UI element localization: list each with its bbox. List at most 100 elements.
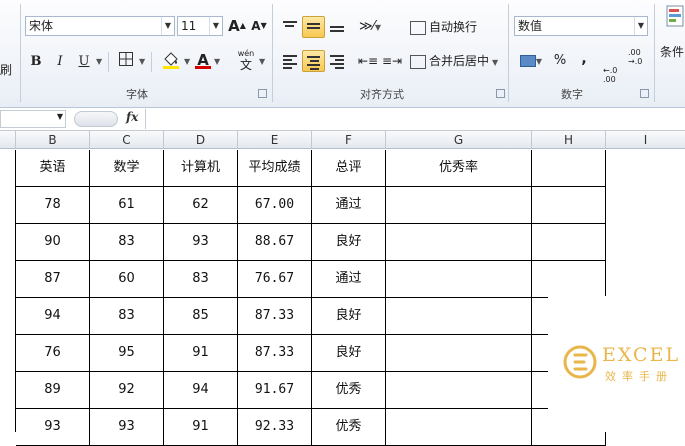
column-header-A[interactable] — [0, 131, 16, 149]
chevron-down-icon[interactable]: ▼ — [96, 52, 102, 72]
table-cell[interactable]: 90 — [16, 224, 90, 261]
table-cell[interactable] — [532, 150, 606, 187]
name-box[interactable]: ▼ — [0, 110, 66, 128]
table-cell[interactable]: 优秀 — [312, 372, 386, 409]
shrink-font-button[interactable]: A▼ — [249, 15, 269, 37]
table-cell[interactable]: 88.67 — [238, 224, 312, 261]
table-cell[interactable] — [386, 187, 532, 224]
column-header[interactable]: I — [606, 131, 685, 149]
merge-center-button[interactable]: 合并后居中 ▼ — [410, 50, 506, 72]
table-cell[interactable]: 76.67 — [238, 261, 312, 298]
table-cell[interactable]: 91 — [164, 409, 238, 446]
table-cell[interactable]: 93 — [16, 409, 90, 446]
font-name-combo[interactable]: 宋体 ▼ — [25, 16, 175, 36]
insert-function-icon[interactable]: fx — [126, 110, 138, 124]
table-cell[interactable] — [532, 261, 606, 298]
font-size-combo[interactable]: 11 ▼ — [177, 16, 223, 36]
table-cell[interactable]: 通过 — [312, 261, 386, 298]
orientation-button[interactable]: ≫⁄▼ — [357, 16, 383, 38]
column-header[interactable]: E — [238, 131, 312, 149]
borders-button[interactable] — [116, 51, 136, 73]
table-cell[interactable] — [532, 187, 606, 224]
number-format-combo[interactable]: 数值 ▼ — [514, 16, 648, 36]
table-cell[interactable]: 通过 — [312, 187, 386, 224]
column-header[interactable]: D — [164, 131, 238, 149]
table-cell[interactable]: 良好 — [312, 224, 386, 261]
dialog-launcher-icon[interactable] — [258, 89, 267, 98]
table-cell[interactable]: 83 — [90, 224, 164, 261]
table-cell[interactable]: 85 — [164, 298, 238, 335]
chevron-down-icon[interactable]: ▼ — [209, 17, 222, 35]
conditional-formatting-button[interactable] — [664, 4, 685, 40]
chevron-down-icon[interactable]: ▼ — [214, 52, 220, 72]
underline-button[interactable]: U — [74, 51, 94, 73]
font-color-button[interactable]: A — [194, 49, 212, 71]
align-left-button[interactable] — [279, 50, 301, 72]
table-header-cell[interactable]: 计算机 — [164, 150, 238, 187]
table-cell[interactable]: 94 — [16, 298, 90, 335]
table-cell[interactable]: 95 — [90, 335, 164, 372]
comma-style-button[interactable]: , — [575, 48, 593, 70]
chevron-down-icon[interactable]: ▼ — [161, 17, 174, 35]
grow-font-button[interactable]: A▲ — [227, 15, 247, 37]
table-header-cell[interactable]: 平均成绩 — [238, 150, 312, 187]
formula-bar-splitter[interactable] — [74, 111, 118, 127]
increase-indent-button[interactable]: ≡⇥ — [381, 50, 403, 72]
column-header[interactable]: C — [90, 131, 164, 149]
dialog-launcher-icon[interactable] — [640, 89, 649, 98]
table-cell[interactable] — [386, 224, 532, 261]
percent-style-button[interactable]: % — [551, 50, 569, 72]
chevron-down-icon[interactable]: ▼ — [139, 52, 145, 72]
table-cell[interactable]: 89 — [16, 372, 90, 409]
align-bottom-button[interactable] — [326, 16, 348, 38]
table-cell[interactable] — [386, 261, 532, 298]
dialog-launcher-icon[interactable] — [496, 89, 505, 98]
chevron-down-icon[interactable]: ▼ — [634, 17, 647, 35]
phonetic-button[interactable]: wén 文 — [234, 49, 258, 71]
column-header[interactable]: B — [16, 131, 90, 149]
table-cell[interactable]: 优秀 — [312, 409, 386, 446]
table-cell[interactable]: 92.33 — [238, 409, 312, 446]
table-cell[interactable]: 87.33 — [238, 335, 312, 372]
conditional-formatting-label[interactable]: 条件 — [660, 42, 684, 62]
table-cell[interactable]: 良好 — [312, 335, 386, 372]
table-cell[interactable]: 83 — [90, 298, 164, 335]
table-cell[interactable]: 61 — [90, 187, 164, 224]
table-cell[interactable] — [386, 335, 532, 372]
table-header-cell[interactable]: 英语 — [16, 150, 90, 187]
align-middle-button[interactable] — [302, 16, 325, 38]
table-cell[interactable]: 83 — [164, 261, 238, 298]
table-cell[interactable] — [386, 372, 532, 409]
table-cell[interactable] — [386, 298, 532, 335]
align-right-button[interactable] — [326, 50, 348, 72]
table-header-cell[interactable]: 数学 — [90, 150, 164, 187]
column-header[interactable]: G — [386, 131, 532, 149]
chevron-down-icon[interactable]: ▼ — [259, 52, 265, 72]
chevron-down-icon[interactable]: ▼ — [184, 52, 190, 72]
table-cell[interactable] — [386, 409, 532, 446]
fill-color-button[interactable] — [160, 50, 182, 72]
italic-button[interactable]: I — [50, 51, 70, 73]
wrap-text-button[interactable]: 自动换行 — [410, 16, 490, 38]
table-header-cell[interactable]: 优秀率 — [386, 150, 532, 187]
decrease-indent-button[interactable]: ⇤≡ — [357, 50, 379, 72]
chevron-down-icon[interactable]: ▼ — [57, 112, 63, 121]
table-cell[interactable]: 91 — [164, 335, 238, 372]
table-cell[interactable] — [532, 224, 606, 261]
decrease-decimal-button[interactable]: .00 →.0 — [628, 48, 650, 70]
table-cell[interactable]: 87 — [16, 261, 90, 298]
table-cell[interactable]: 62 — [164, 187, 238, 224]
bold-button[interactable]: B — [26, 51, 46, 73]
table-cell[interactable]: 93 — [164, 224, 238, 261]
table-cell[interactable]: 78 — [16, 187, 90, 224]
table-cell[interactable]: 76 — [16, 335, 90, 372]
column-header[interactable]: F — [312, 131, 386, 149]
table-cell[interactable]: 92 — [90, 372, 164, 409]
chevron-down-icon[interactable]: ▼ — [492, 58, 498, 67]
table-cell[interactable]: 67.00 — [238, 187, 312, 224]
accounting-format-button[interactable]: ▼ — [516, 50, 546, 72]
increase-decimal-button[interactable]: ←.0.00 — [603, 48, 625, 84]
table-header-cell[interactable]: 总评 — [312, 150, 386, 187]
table-cell[interactable]: 87.33 — [238, 298, 312, 335]
align-center-button[interactable] — [302, 50, 325, 72]
